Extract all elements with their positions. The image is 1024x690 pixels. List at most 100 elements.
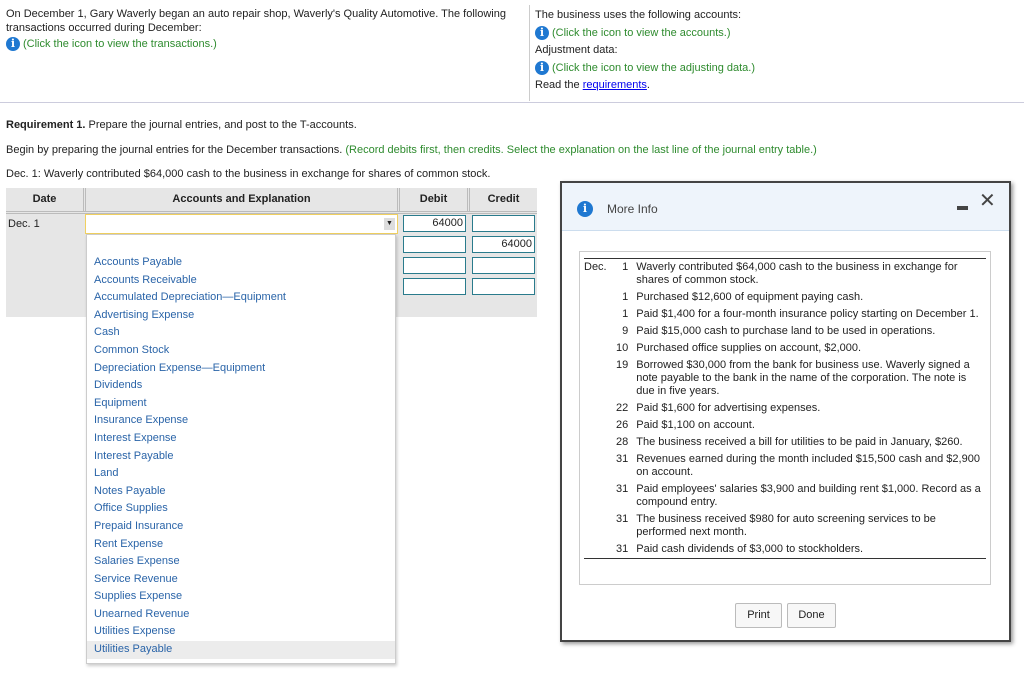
dropdown-option[interactable]: Advertising Expense [87, 307, 395, 325]
info-icon[interactable]: i [535, 60, 549, 75]
info-icon[interactable]: i [6, 37, 20, 52]
dropdown-option[interactable]: Insurance Expense [87, 412, 395, 430]
intro-text: On December 1, Gary Waverly began an aut… [6, 8, 506, 34]
done-button[interactable]: Done [787, 603, 836, 628]
transaction-row: Dec. 1 Waverly contributed $64,000 cash to… [584, 259, 986, 290]
dropdown-option[interactable]: Dividends [87, 377, 395, 395]
day-cell: 19 [616, 359, 629, 371]
day-cell: 31 [616, 513, 629, 525]
dropdown-option[interactable]: Common Stock [87, 342, 395, 360]
transaction-row: 9 Paid $15,000 cash to purchase land to b… [584, 323, 986, 340]
dropdown-option[interactable]: Accumulated Depreciation—Equipment [87, 289, 395, 307]
dropdown-option[interactable]: Salaries Expense [87, 553, 395, 571]
transaction-text: Paid employees' salaries $3,900 and buil… [636, 483, 981, 508]
dropdown-option[interactable]: Interest Expense [87, 430, 395, 448]
header-accounts: Accounts and Explanation [86, 188, 400, 211]
account-dropdown-list[interactable]: Accounts Payable Accounts Receivable Accum… [86, 234, 396, 664]
close-icon[interactable]: ✕ [979, 188, 996, 213]
transaction-text: Paid $15,000 cash to purchase land to be… [636, 325, 936, 337]
modal-title: More Info [607, 202, 658, 216]
dropdown-option[interactable]: Notes Payable [87, 483, 395, 501]
adjust-text: Adjustment data: [535, 44, 618, 56]
intro-panel: On December 1, Gary Waverly began an aut… [6, 7, 526, 52]
transaction-text: Paid $1,100 on account. [636, 419, 755, 431]
transaction-text: Borrowed $30,000 from the bank for busin… [636, 359, 970, 397]
dropdown-option[interactable]: Service Revenue [87, 571, 395, 589]
adjusting-link[interactable]: (Click the icon to view the adjusting da… [552, 62, 755, 74]
minimize-icon[interactable] [957, 206, 968, 210]
info-icon[interactable]: i [535, 25, 549, 40]
dropdown-option[interactable]: Land [87, 465, 395, 483]
transaction-row: 31 Paid cash dividends of $3,000 to stock… [584, 541, 986, 559]
dropdown-option[interactable]: Rent Expense [87, 536, 395, 554]
account-select[interactable]: ▼ [85, 214, 398, 234]
transaction-row: 1 Purchased $12,600 of equipment paying c… [584, 289, 986, 306]
print-button[interactable]: Print [735, 603, 782, 628]
read-prefix: Read the [535, 79, 583, 91]
accounts-link[interactable]: (Click the icon to view the accounts.) [552, 27, 731, 39]
day-cell: 26 [616, 419, 629, 431]
credit-input-4[interactable] [472, 278, 535, 295]
transaction-text: Paid $1,400 for a four-month insurance p… [636, 308, 979, 320]
transaction-row: 26 Paid $1,100 on account. [584, 417, 986, 434]
read-suffix: . [646, 79, 650, 91]
dropdown-option[interactable]: Prepaid Insurance [87, 518, 395, 536]
dropdown-option[interactable]: Accounts Receivable [87, 272, 395, 290]
dropdown-option[interactable]: Supplies Expense [87, 588, 395, 606]
debit-input-3[interactable] [403, 257, 466, 274]
dropdown-option[interactable]: Utilities Payable [87, 641, 395, 659]
month-cell [584, 400, 616, 417]
day-cell: 31 [616, 453, 629, 465]
accounts-panel: The business uses the following accounts… [535, 7, 1015, 95]
month-cell: Dec. [584, 261, 607, 273]
debit-input-1[interactable]: 64000 [403, 215, 466, 232]
transaction-row: 31 Paid employees' salaries $3,900 and bu… [584, 481, 986, 511]
transaction-row: 31 Revenues earned during the month inclu… [584, 451, 986, 481]
day-cell: 31 [616, 483, 629, 495]
transaction-text: Revenues earned during the month include… [636, 453, 980, 478]
header-credit: Credit [470, 188, 537, 211]
header-debit: Debit [400, 188, 470, 211]
month-cell [584, 417, 616, 434]
month-cell [584, 340, 616, 357]
dropdown-option[interactable]: Equipment [87, 395, 395, 413]
month-cell [584, 511, 616, 541]
transactions-link[interactable]: (Click the icon to view the transactions… [23, 38, 217, 50]
debit-input-4[interactable] [403, 278, 466, 295]
dropdown-option[interactable]: Unearned Revenue [87, 606, 395, 624]
credit-input-1[interactable] [472, 215, 535, 232]
month-cell [584, 434, 616, 451]
more-info-modal: i More Info ✕ Dec. 1 Waverly contributed $… [560, 181, 1011, 642]
transaction-row: 19 Borrowed $30,000 from the bank for bus… [584, 357, 986, 400]
requirements-link[interactable]: requirements [583, 79, 647, 91]
dropdown-arrow-icon[interactable]: ▼ [384, 218, 395, 230]
accounts-text: The business uses the following accounts… [535, 9, 742, 21]
header-date: Date [6, 188, 86, 211]
transaction-text: The business received $980 for auto scre… [636, 513, 936, 538]
header-divider [0, 102, 1024, 103]
date-cell: Dec. 1 [8, 218, 40, 230]
transaction-text: Paid $1,600 for advertising expenses. [636, 402, 821, 414]
instruction: Begin by preparing the journal entries f… [6, 144, 817, 156]
dropdown-option[interactable]: Office Supplies [87, 500, 395, 518]
dropdown-option[interactable]: Accounts Payable [87, 254, 395, 272]
dropdown-option[interactable]: Cash [87, 324, 395, 342]
day-cell: 28 [616, 436, 629, 448]
debit-input-2[interactable] [403, 236, 466, 253]
transaction-text: Purchased office supplies on account, $2… [636, 342, 862, 354]
day-cell: 1 [622, 308, 629, 320]
task-text: Dec. 1: Waverly contributed $64,000 cash… [6, 168, 491, 180]
info-icon: i [577, 201, 593, 217]
requirement-label: Requirement 1. [6, 119, 86, 131]
day-cell: 22 [616, 402, 629, 414]
credit-input-3[interactable] [472, 257, 535, 274]
requirement: Requirement 1. Prepare the journal entri… [6, 119, 357, 131]
day-cell: 1 [622, 291, 629, 303]
transaction-text: The business received a bill for utiliti… [636, 436, 963, 448]
dropdown-option[interactable]: Utilities Expense [87, 623, 395, 641]
dropdown-option[interactable]: Interest Payable [87, 448, 395, 466]
dropdown-option[interactable]: Depreciation Expense—Equipment [87, 360, 395, 378]
transaction-row: 22 Paid $1,600 for advertising expenses. [584, 400, 986, 417]
transaction-row: 1 Paid $1,400 for a four-month insurance … [584, 306, 986, 323]
credit-input-2[interactable]: 64000 [472, 236, 535, 253]
